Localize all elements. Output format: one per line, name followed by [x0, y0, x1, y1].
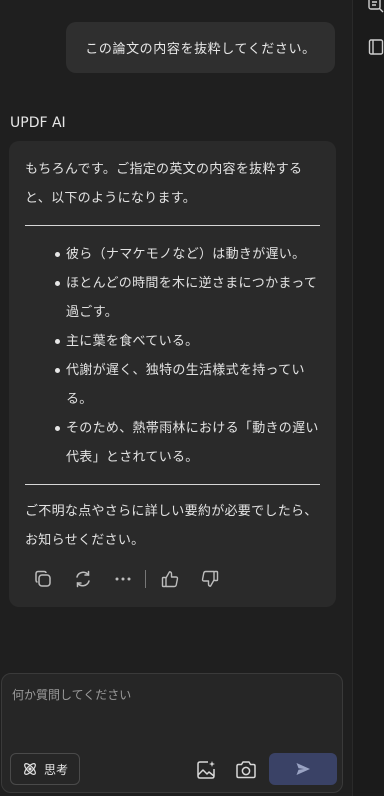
book-icon[interactable] — [367, 38, 384, 56]
chat-panel: この論文の内容を抜粋してください。 UPDF AI もちろんです。ご指定の英文の… — [0, 0, 352, 796]
think-toggle-button[interactable]: 思考 — [10, 753, 80, 785]
user-message-text: この論文の内容を抜粋してください。 — [85, 42, 316, 57]
image-edit-icon — [197, 761, 215, 779]
divider — [25, 225, 320, 226]
list-item: ほとんどの時間を木に逆さまにつかまって過ごす。 — [55, 269, 320, 327]
more-button[interactable] — [111, 567, 135, 591]
camera-icon — [236, 761, 256, 779]
assistant-name: UPDF AI — [10, 115, 66, 131]
assistant-message-card: もちろんです。ご指定の英文の内容を抜粋すると、以下のようになります。 彼ら（ナマ… — [9, 141, 336, 607]
list-item: そのため、熱帯雨林における「動きの遅い代表」とされている。 — [55, 414, 320, 472]
assistant-intro: もちろんです。ご指定の英文の内容を抜粋すると、以下のようになります。 — [25, 162, 303, 206]
user-message-bubble: この論文の内容を抜粋してください。 — [66, 22, 335, 73]
message-actions — [31, 567, 238, 591]
send-button[interactable] — [269, 753, 337, 785]
summary-list: 彼ら（ナマケモノなど）は動きが遅い。 ほとんどの時間を木に逆さまにつかまって過ご… — [25, 240, 320, 472]
chat-input-box: 思考 — [1, 673, 343, 793]
assistant-outro: ご不明な点やさらに詳しい要約が必要でしたら、お知らせください。 — [25, 504, 318, 548]
divider — [25, 484, 320, 485]
list-item: 代謝が遅く、独特の生活様式を持っている。 — [55, 356, 320, 414]
regenerate-button[interactable] — [71, 567, 95, 591]
actions-separator — [145, 570, 146, 588]
thumbs-down-button[interactable] — [198, 567, 222, 591]
thumbs-down-icon — [201, 570, 219, 587]
copy-icon — [35, 570, 51, 587]
thumbs-up-button[interactable] — [158, 567, 182, 591]
more-icon — [115, 577, 131, 581]
list-item: 彼ら（ナマケモノなど）は動きが遅い。 — [55, 240, 320, 269]
screenshot-button[interactable] — [234, 758, 258, 782]
message-input[interactable] — [10, 684, 334, 738]
list-icon[interactable] — [367, 0, 384, 14]
regenerate-icon — [76, 570, 90, 588]
thumbs-up-icon — [161, 571, 179, 588]
copy-button[interactable] — [31, 567, 55, 591]
think-label: 思考 — [43, 762, 68, 777]
image-edit-button[interactable] — [194, 758, 218, 782]
right-toolbar-rail — [352, 0, 384, 796]
list-item: 主に葉を食べている。 — [55, 327, 320, 356]
atom-icon — [24, 763, 36, 775]
send-icon — [296, 763, 310, 775]
